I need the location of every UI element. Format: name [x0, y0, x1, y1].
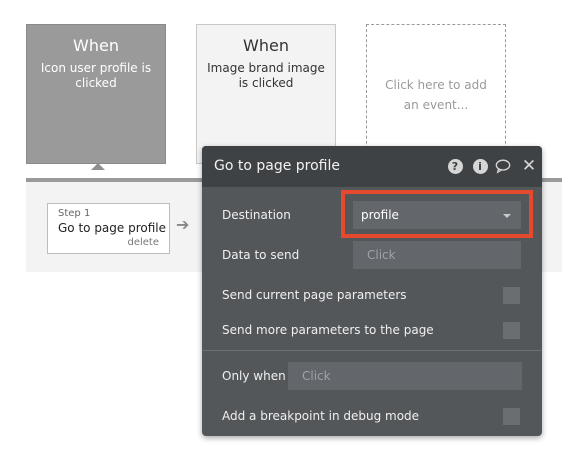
- help-icon[interactable]: ?: [447, 158, 463, 174]
- send-current-params-checkbox[interactable]: [503, 287, 520, 304]
- arrow-right-icon: ➔: [176, 215, 190, 234]
- event-description: Icon user profile is clicked: [40, 61, 152, 90]
- only-when-field[interactable]: Click: [288, 362, 522, 390]
- event-title: When: [243, 36, 289, 55]
- event-title: When: [73, 36, 119, 55]
- comment-icon[interactable]: [495, 158, 511, 174]
- add-event-placeholder[interactable]: Click here to add an event...: [366, 24, 506, 164]
- breakpoint-label: Add a breakpoint in debug mode: [222, 409, 420, 423]
- selected-event-pointer: [91, 163, 105, 170]
- close-icon[interactable]: ✕: [521, 157, 537, 174]
- step-delete-link[interactable]: delete: [127, 237, 159, 248]
- send-more-params-label: Send more parameters to the page: [222, 323, 434, 337]
- event-description: Image brand image is clicked: [207, 61, 325, 90]
- panel-header: Go to page profile ? i ✕: [202, 146, 542, 187]
- send-more-params-checkbox[interactable]: [503, 322, 520, 339]
- divider: [202, 350, 542, 351]
- workflow-step-card[interactable]: Step 1 Go to page profile delete: [47, 203, 170, 254]
- event-card-icon-user-profile[interactable]: When Icon user profile is clicked: [26, 24, 166, 164]
- info-icon[interactable]: i: [472, 158, 488, 174]
- destination-label: Destination: [222, 208, 291, 222]
- data-to-send-placeholder: Click: [367, 248, 396, 262]
- action-properties-panel: Go to page profile ? i ✕ Destination pro…: [202, 146, 542, 436]
- step-number: Step 1: [58, 208, 91, 219]
- destination-highlight: [341, 190, 533, 238]
- breakpoint-checkbox[interactable]: [503, 408, 520, 425]
- add-event-text: Click here to add an event...: [385, 78, 487, 112]
- data-to-send-field[interactable]: Click: [353, 241, 521, 269]
- only-when-label: Only when: [222, 369, 286, 383]
- step-name: Go to page profile: [58, 221, 167, 235]
- panel-title: Go to page profile: [214, 158, 341, 174]
- data-to-send-label: Data to send: [222, 248, 300, 262]
- send-current-params-label: Send current page parameters: [222, 288, 407, 302]
- event-card-image-brand[interactable]: When Image brand image is clicked: [196, 24, 336, 164]
- only-when-placeholder: Click: [302, 369, 331, 383]
